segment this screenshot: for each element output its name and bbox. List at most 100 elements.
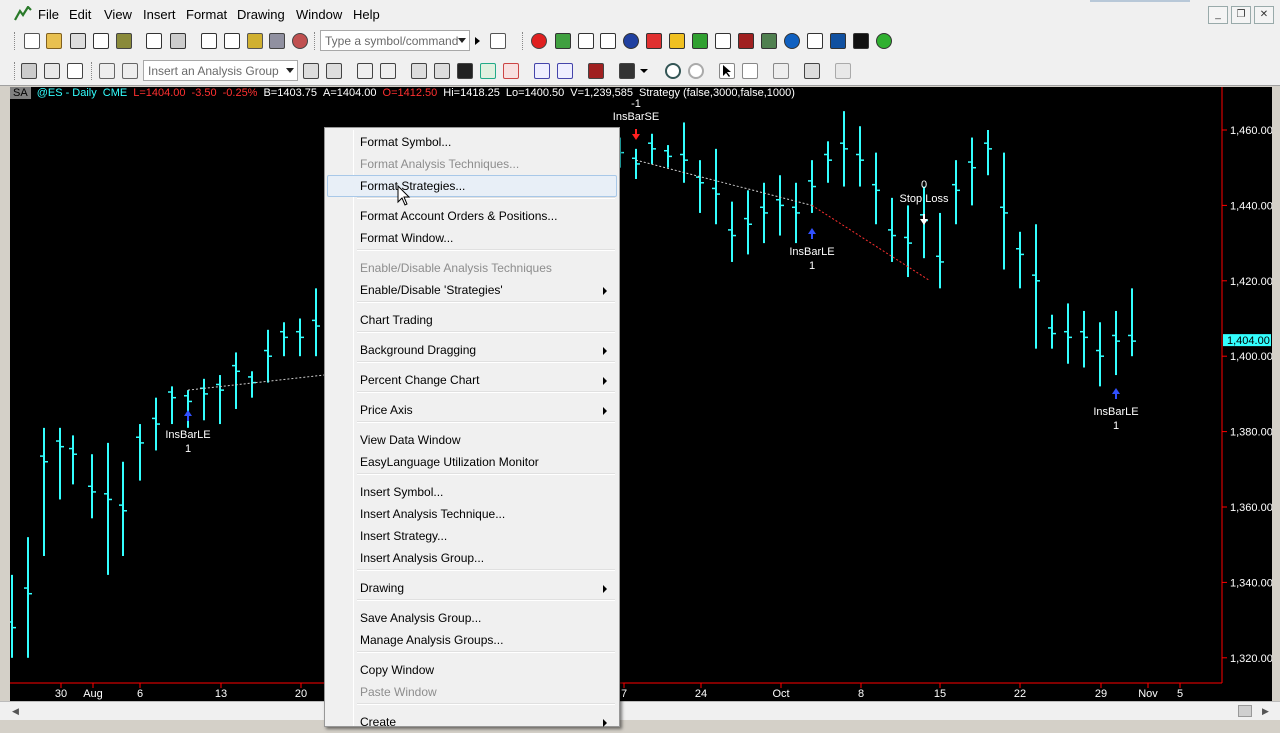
news-icon[interactable]: [784, 33, 800, 49]
symbol-combo[interactable]: Type a symbol/command: [320, 30, 470, 51]
save-group-icon[interactable]: [303, 63, 319, 79]
price-chart[interactable]: 1,460.00 1,440.00 1,420.00 1,400.00 1,380.00…: [10, 87, 1272, 701]
menu-drawing[interactable]: Drawing: [237, 7, 285, 22]
toolbar-grip-2[interactable]: [314, 32, 317, 50]
menu-item-format-account-orders[interactable]: Format Account Orders & Positions...: [327, 205, 617, 227]
menu-window[interactable]: Window: [296, 7, 342, 22]
menu-item-price-axis[interactable]: Price Axis: [327, 399, 617, 421]
bar-chart-icon[interactable]: [480, 63, 496, 79]
radar-icon[interactable]: [555, 33, 571, 49]
toolbar-grip-4[interactable]: [14, 62, 17, 80]
menu-item-view-data-window[interactable]: View Data Window: [327, 429, 617, 451]
insert2-icon[interactable]: [380, 63, 396, 79]
compress-icon[interactable]: [434, 63, 450, 79]
menu-item-enable-disable-strategies[interactable]: Enable/Disable 'Strategies': [327, 279, 617, 301]
format-icon[interactable]: [21, 63, 37, 79]
expand-icon[interactable]: [534, 63, 550, 79]
menu-file[interactable]: File: [38, 7, 59, 22]
menu-view[interactable]: View: [104, 7, 132, 22]
cross-icon[interactable]: [122, 63, 138, 79]
menu-item-chart-trading[interactable]: Chart Trading: [327, 309, 617, 331]
color-icon[interactable]: [588, 63, 604, 79]
style-icon[interactable]: [619, 63, 635, 79]
shrink-icon[interactable]: [557, 63, 573, 79]
drawing-tools-icon[interactable]: [773, 63, 789, 79]
menu-item-manage-analysis-groups[interactable]: Manage Analysis Groups...: [327, 629, 617, 651]
lock-icon[interactable]: [247, 33, 263, 49]
toolbar-grip[interactable]: [14, 32, 17, 50]
zoom-out-icon[interactable]: [688, 63, 704, 79]
menu-item-drawing[interactable]: Drawing: [327, 577, 617, 599]
menu-item-format-symbol[interactable]: Format Symbol...: [327, 131, 617, 153]
globe-icon[interactable]: [623, 33, 639, 49]
scroll-right-icon[interactable]: ▶: [1262, 706, 1269, 717]
menu-item-background-dragging[interactable]: Background Dragging: [327, 339, 617, 361]
open-icon[interactable]: [46, 33, 62, 49]
menu-item-easylanguage-monitor[interactable]: EasyLanguage Utilization Monitor: [327, 451, 617, 473]
flash-icon[interactable]: [646, 33, 662, 49]
manage-group-icon[interactable]: [326, 63, 342, 79]
chevron-down-icon[interactable]: [458, 38, 466, 43]
status-icon[interactable]: [67, 63, 83, 79]
pointer-icon[interactable]: [719, 63, 735, 79]
menu-insert[interactable]: Insert: [143, 7, 176, 22]
eps-icon[interactable]: [853, 33, 869, 49]
window2-icon[interactable]: [224, 33, 240, 49]
text-icon[interactable]: [742, 63, 758, 79]
scanner-icon[interactable]: [669, 33, 685, 49]
menu-item-percent-change-chart[interactable]: Percent Change Chart: [327, 369, 617, 391]
zoom-in-icon[interactable]: [665, 63, 681, 79]
hotlist-icon[interactable]: [807, 33, 823, 49]
close-button[interactable]: ✕: [1254, 6, 1274, 24]
scroll-thumb[interactable]: [1238, 705, 1252, 717]
window-icon[interactable]: [201, 33, 217, 49]
menu-item-format-window[interactable]: Format Window...: [327, 227, 617, 249]
toolbar-grip-5[interactable]: [91, 62, 94, 80]
workspace-icon[interactable]: [70, 33, 86, 49]
insert-icon[interactable]: [357, 63, 373, 79]
menu-item-insert-symbol[interactable]: Insert Symbol...: [327, 481, 617, 503]
chart-analysis-icon[interactable]: [531, 33, 547, 49]
minimize-button[interactable]: _: [1208, 6, 1228, 24]
lookup-icon[interactable]: [490, 33, 506, 49]
menu-item-save-analysis-group[interactable]: Save Analysis Group...: [327, 607, 617, 629]
analysis-group-combo[interactable]: Insert an Analysis Group: [143, 60, 298, 81]
menu-edit[interactable]: Edit: [69, 7, 91, 22]
matrix-icon[interactable]: [578, 33, 594, 49]
menu-item-copy-window[interactable]: Copy Window: [327, 659, 617, 681]
menu-item-create[interactable]: Create: [327, 711, 617, 733]
portfolio-icon[interactable]: [738, 33, 754, 49]
tools-icon[interactable]: [269, 33, 285, 49]
chevron-down-icon[interactable]: [286, 68, 294, 73]
page-icon[interactable]: [93, 33, 109, 49]
candle-icon[interactable]: [457, 63, 473, 79]
table-icon[interactable]: [830, 33, 846, 49]
new-icon[interactable]: [24, 33, 40, 49]
tree-icon[interactable]: [761, 33, 777, 49]
print-preview-icon[interactable]: [146, 33, 162, 49]
toolbar-grip-3[interactable]: [522, 32, 525, 50]
chart-window[interactable]: 1,460.00 1,440.00 1,420.00 1,400.00 1,380.00…: [10, 87, 1272, 701]
paint-icon[interactable]: [292, 33, 308, 49]
grid-icon[interactable]: [600, 33, 616, 49]
menu-item-format-strategies[interactable]: Format Strategies...: [327, 175, 617, 197]
calendar-icon[interactable]: [804, 63, 820, 79]
folder-icon[interactable]: [116, 33, 132, 49]
scroll-left-icon[interactable]: ◀: [12, 706, 19, 717]
drag-icon[interactable]: [99, 63, 115, 79]
go-icon[interactable]: [474, 33, 482, 49]
menu-help[interactable]: Help: [353, 7, 380, 22]
line-icon[interactable]: [503, 63, 519, 79]
zoom-bars-icon[interactable]: [411, 63, 427, 79]
menu-item-insert-analysis-technique[interactable]: Insert Analysis Technique...: [327, 503, 617, 525]
data-window-icon[interactable]: [44, 63, 60, 79]
menu-item-insert-analysis-group[interactable]: Insert Analysis Group...: [327, 547, 617, 569]
print-icon[interactable]: [170, 33, 186, 49]
chart-icon[interactable]: [715, 33, 731, 49]
menu-item-insert-strategy[interactable]: Insert Strategy...: [327, 525, 617, 547]
menu-format[interactable]: Format: [186, 7, 227, 22]
apps-icon[interactable]: [876, 33, 892, 49]
horizontal-scrollbar[interactable]: ◀ ▶: [0, 701, 1280, 720]
chevron-down-icon[interactable]: [639, 63, 649, 79]
options-icon[interactable]: [692, 33, 708, 49]
